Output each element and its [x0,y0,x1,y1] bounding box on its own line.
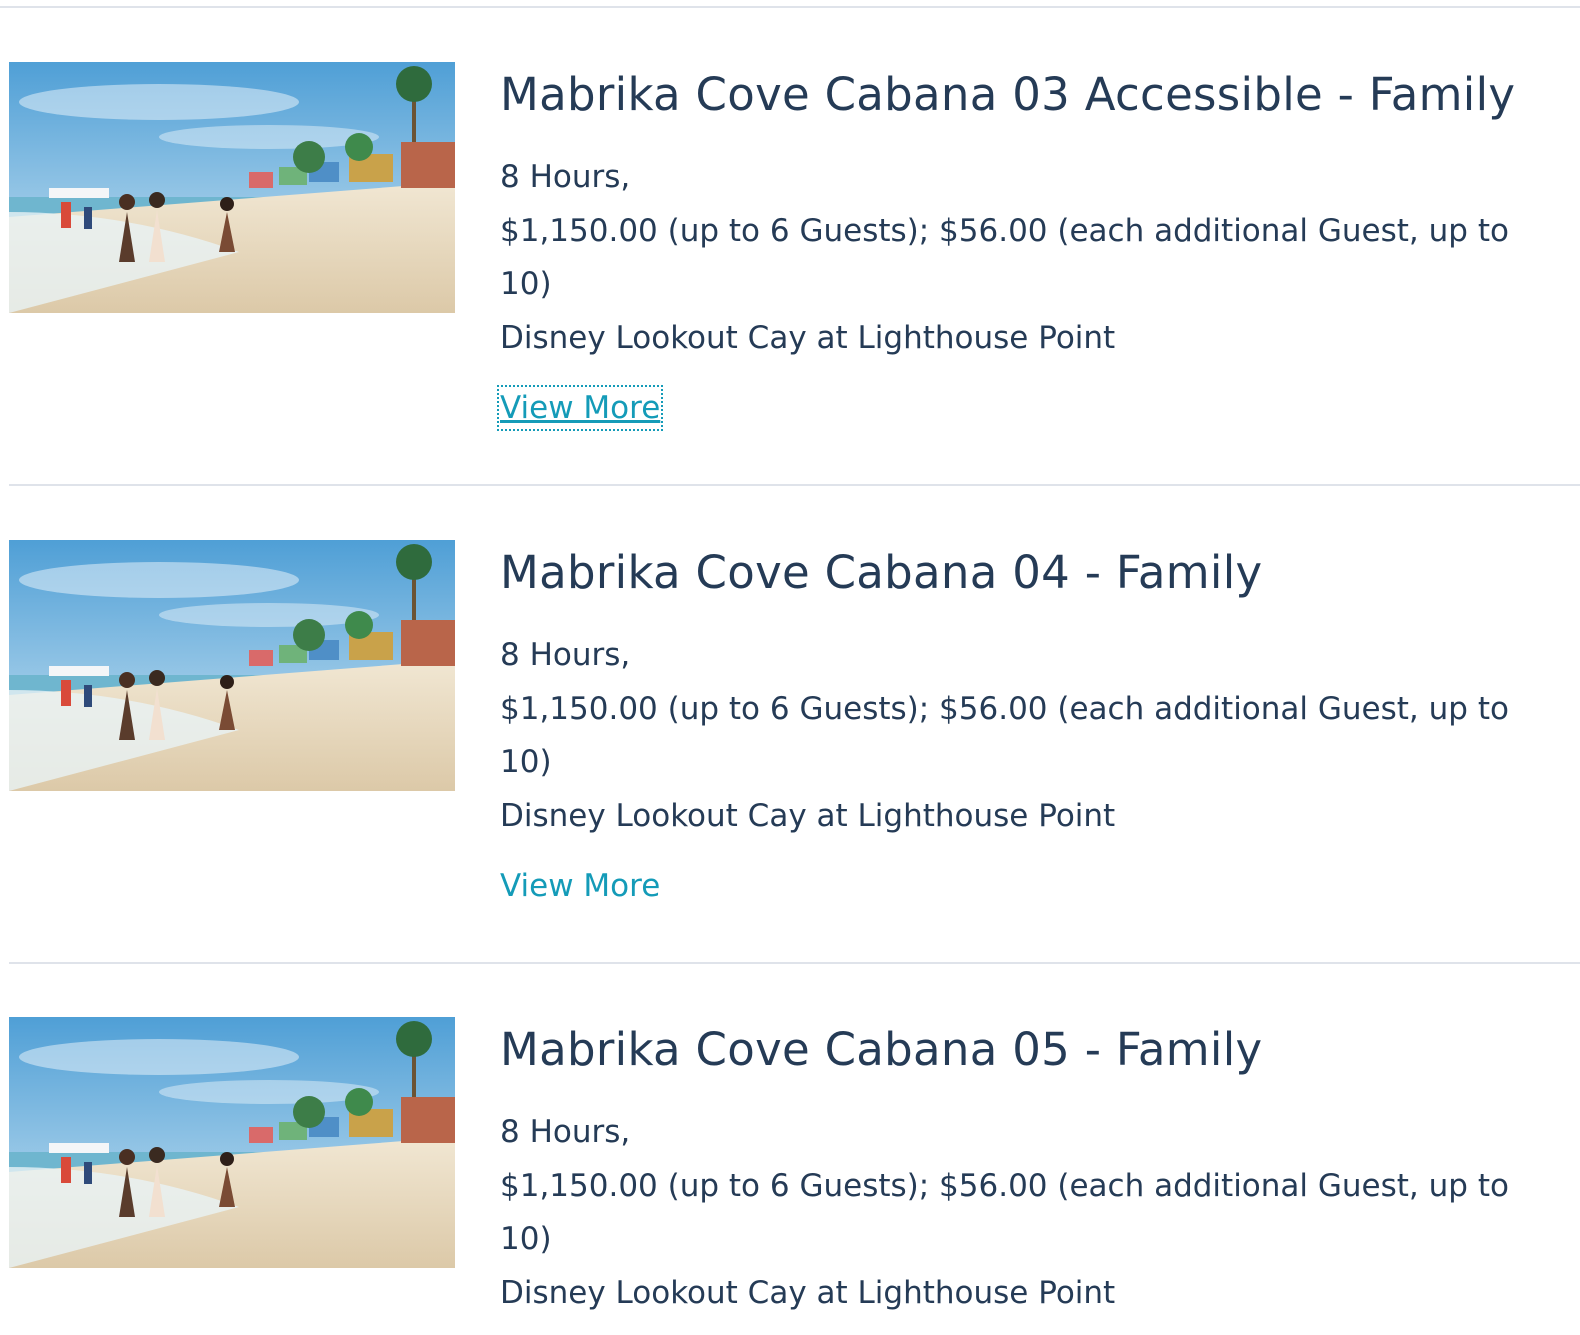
beach-scene-image [9,540,455,791]
cabana-location: Disney Lookout Cay at Lighthouse Point [500,798,1116,834]
list-top-divider [0,6,1580,8]
card-divider [9,484,1580,486]
cabana-location: Disney Lookout Cay at Lighthouse Point [500,1275,1116,1311]
cabana-title: Mabrika Cove Cabana 03 Accessible - Fami… [500,68,1516,121]
cabana-location: Disney Lookout Cay at Lighthouse Point [500,320,1116,356]
cabana-title: Mabrika Cove Cabana 04 - Family [500,546,1263,599]
beach-scene-image [9,62,455,313]
cabana-duration: 8 Hours, [500,1114,631,1150]
cabana-duration: 8 Hours, [500,159,631,195]
cabana-card: Mabrika Cove Cabana 03 Accessible - Fami… [9,62,1580,540]
cabana-price: $1,150.00 (up to 6 Guests); $56.00 (each… [500,213,1509,302]
cabana-image[interactable] [9,62,455,313]
cabana-image[interactable] [9,540,455,791]
cabana-price: $1,150.00 (up to 6 Guests); $56.00 (each… [500,1168,1509,1257]
cabana-card: Mabrika Cove Cabana 04 - Family 8 Hours,… [9,540,1580,1018]
view-more-link[interactable]: View More [496,385,664,431]
view-more-link[interactable]: View More [500,866,660,906]
cabana-title: Mabrika Cove Cabana 05 - Family [500,1023,1263,1076]
cabana-duration: 8 Hours, [500,637,631,673]
cabana-price: $1,150.00 (up to 6 Guests); $56.00 (each… [500,691,1509,780]
cabana-image[interactable] [9,1017,455,1268]
cabana-card: Mabrika Cove Cabana 05 - Family 8 Hours,… [9,1017,1580,1335]
card-divider [9,962,1580,964]
beach-scene-image [9,1017,455,1268]
